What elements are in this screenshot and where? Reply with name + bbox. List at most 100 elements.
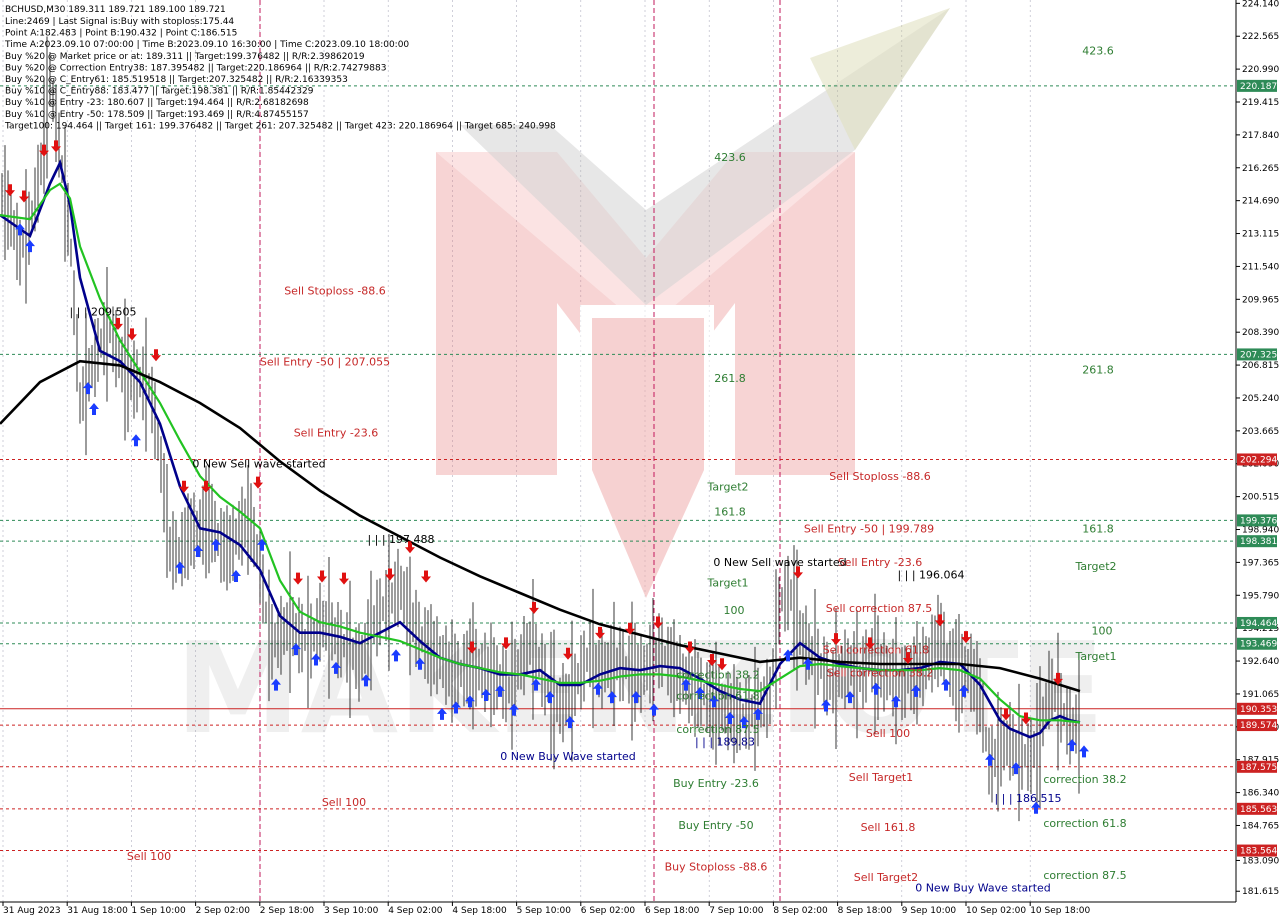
x-tick-label: 31 Aug 18:00 bbox=[67, 906, 128, 916]
annotation-label: Sell Entry -23.6 bbox=[294, 426, 379, 439]
annotation-label: Sell 100 bbox=[866, 727, 910, 740]
annotation-label: 161.8 bbox=[1082, 522, 1114, 535]
y-tick-label: 205.240 bbox=[1242, 394, 1279, 404]
level-tag-label: 220.187 bbox=[1240, 82, 1277, 92]
x-tick-label: 4 Sep 18:00 bbox=[452, 906, 507, 916]
info-line: Point A:182.483 | Point B:190.432 | Poin… bbox=[5, 29, 237, 39]
annotation-label: 423.6 bbox=[714, 151, 746, 164]
annotation-label: 423.6 bbox=[1082, 44, 1114, 57]
annotation-label: Sell Stoploss -88.6 bbox=[284, 284, 386, 297]
level-tag-label: 190.353 bbox=[1240, 705, 1277, 715]
annotation-label: Sell Entry -50 | 199.789 bbox=[804, 522, 934, 535]
annotation-label: Buy Stoploss -88.6 bbox=[665, 861, 768, 874]
chart-area[interactable]: MAKENZIOTE 423.6 423.6 261.8 261.8 161.8 161.… bbox=[0, 0, 1280, 920]
annotation-label: Sell Stoploss -88.6 bbox=[829, 470, 931, 483]
annotation-label: 0 New Sell wave started bbox=[192, 458, 325, 471]
annotation-label: 100 bbox=[1092, 625, 1113, 638]
info-line: Target100: 194.464 || Target 161: 199.37… bbox=[4, 121, 556, 131]
price-chart[interactable]: MAKENZIOTE 423.6423.6261.8261.8161.8161.… bbox=[0, 0, 1280, 920]
y-tick-label: 209.965 bbox=[1242, 295, 1279, 305]
y-tick-label: 222.565 bbox=[1242, 32, 1279, 42]
x-tick-label: 6 Sep 18:00 bbox=[645, 906, 700, 916]
annotation-label: 261.8 bbox=[714, 372, 746, 385]
annotation-label: | | | 186.515 bbox=[994, 792, 1061, 805]
annotation-label: 161.8 bbox=[714, 506, 746, 519]
annotation-label: 0 New Sell wave started bbox=[713, 556, 846, 569]
annotation-label: Target2 bbox=[1074, 560, 1116, 573]
annotation-label: Target2 bbox=[706, 481, 748, 494]
symbol-header: BCHUSD,M30 189.311 189.721 189.100 189.7… bbox=[5, 5, 226, 15]
info-line: Buy %20 @ Market price or at: 189.311 ||… bbox=[5, 52, 365, 62]
y-tick-label: 213.115 bbox=[1242, 230, 1279, 240]
annotation-label: 0 New Buy Wave started bbox=[915, 882, 1051, 895]
info-line: Line:2469 | Last Signal is:Buy with stop… bbox=[5, 17, 234, 27]
annotation-label: correction 87.5 bbox=[1043, 869, 1126, 882]
y-tick-label: 211.540 bbox=[1242, 262, 1279, 272]
annotation-label: correction 38.2 bbox=[676, 669, 759, 682]
x-tick-label: 8 Sep 18:00 bbox=[838, 906, 893, 916]
level-tag-label: 183.564 bbox=[1240, 847, 1277, 857]
x-tick-label: 2 Sep 18:00 bbox=[260, 906, 315, 916]
level-tag-label: 187.575 bbox=[1240, 763, 1277, 773]
x-tick-label: 3 Sep 10:00 bbox=[324, 906, 379, 916]
x-tick-label: 7 Sep 10:00 bbox=[709, 906, 764, 916]
annotation-label: Sell Target2 bbox=[854, 871, 918, 884]
annotation-label: Sell 161.8 bbox=[861, 821, 916, 834]
level-tag-label: 185.563 bbox=[1240, 805, 1277, 815]
annotation-label: 100 bbox=[724, 604, 745, 617]
level-tag-label: 194.464 bbox=[1240, 619, 1277, 629]
level-tag-label: 207.325 bbox=[1240, 350, 1277, 360]
info-line: Buy %20 @ Correction Entry38: 187.395482… bbox=[5, 63, 386, 73]
info-line: Buy %10 @ Entry -50: 178.509 || Target:1… bbox=[5, 110, 309, 120]
annotation-label: Buy Entry -23.6 bbox=[673, 777, 759, 790]
x-tick-label: 8 Sep 02:00 bbox=[773, 906, 828, 916]
annotation-label: | | | 196.064 bbox=[897, 568, 964, 581]
annotation-label: Sell Target1 bbox=[849, 771, 913, 784]
y-tick-label: 206.815 bbox=[1242, 361, 1279, 371]
x-tick-label: 10 Sep 18:00 bbox=[1030, 906, 1090, 916]
annotation-label: Sell correction 61.8 bbox=[823, 644, 930, 657]
annotation-label: Sell Entry -23.6 bbox=[838, 556, 923, 569]
x-tick-label: 1 Sep 10:00 bbox=[131, 906, 186, 916]
annotation-label: 261.8 bbox=[1082, 364, 1114, 377]
y-tick-label: 219.415 bbox=[1242, 98, 1279, 108]
annotation-label: correction 61.8 bbox=[1043, 817, 1126, 830]
y-tick-label: 183.090 bbox=[1242, 856, 1279, 866]
annotation-label: Sell correction 87.5 bbox=[826, 602, 933, 615]
annotation-label: Target1 bbox=[706, 577, 748, 590]
annotation-label: Target1 bbox=[1074, 650, 1116, 663]
y-tick-label: 181.615 bbox=[1242, 887, 1279, 897]
x-tick-label: 31 Aug 2023 bbox=[3, 906, 61, 916]
annotation-label: Sell correction 38.2 bbox=[827, 667, 934, 680]
x-tick-label: 5 Sep 10:00 bbox=[517, 906, 572, 916]
annotation-label: | | | 209.505 bbox=[69, 305, 136, 318]
annotation-label: Buy Entry -50 bbox=[678, 819, 753, 832]
level-tag-label: 199.376 bbox=[1240, 516, 1277, 526]
level-tag-label: 202.294 bbox=[1240, 455, 1277, 465]
y-tick-label: 192.640 bbox=[1242, 657, 1279, 667]
annotation-label: Sell 100 bbox=[127, 850, 171, 863]
annotation-label: correction 61.8 bbox=[676, 689, 759, 702]
info-line: Buy %10 @ Entry -23: 180.607 || Target:1… bbox=[5, 98, 309, 108]
annotation-label: | | | 189.83 bbox=[695, 735, 755, 748]
y-tick-label: 186.340 bbox=[1242, 789, 1279, 799]
annotation-label: correction 38.2 bbox=[1043, 773, 1126, 786]
y-tick-label: 200.515 bbox=[1242, 493, 1279, 503]
y-tick-label: 191.065 bbox=[1242, 690, 1279, 700]
info-line: Time A:2023.09.10 07:00:00 | Time B:2023… bbox=[4, 40, 409, 50]
info-line: Buy %10 @ C_Entry88: 183.477 || Target:1… bbox=[5, 87, 314, 97]
annotation-label: Sell 100 bbox=[322, 796, 366, 809]
x-tick-label: 9 Sep 10:00 bbox=[902, 906, 957, 916]
annotation-label: correction 87.5 bbox=[676, 723, 759, 736]
annotation-label: | | | 197.488 bbox=[367, 533, 434, 546]
y-tick-label: 208.390 bbox=[1242, 328, 1279, 338]
y-tick-label: 214.690 bbox=[1242, 197, 1279, 207]
x-tick-label: 10 Sep 02:00 bbox=[966, 906, 1026, 916]
y-tick-label: 197.365 bbox=[1242, 558, 1279, 568]
y-tick-label: 220.990 bbox=[1242, 65, 1279, 75]
level-tag-label: 189.574 bbox=[1240, 721, 1277, 731]
info-line: Buy %20 @ C_Entry61: 185.519518 || Targe… bbox=[5, 75, 348, 85]
annotation-label: Sell Entry -50 | 207.055 bbox=[260, 355, 390, 368]
level-tag-label: 193.469 bbox=[1240, 640, 1277, 650]
y-tick-label: 224.140 bbox=[1242, 0, 1279, 9]
